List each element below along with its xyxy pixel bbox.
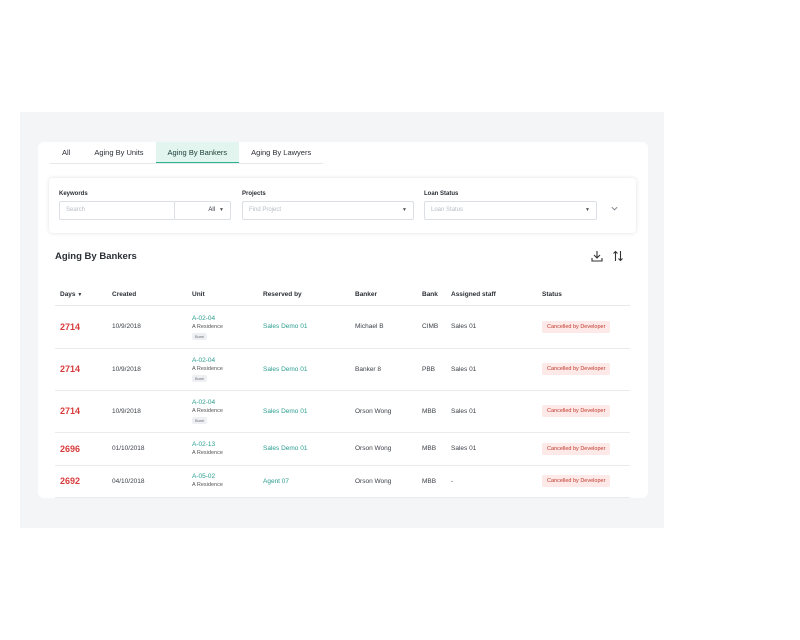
tab-aging-by-units[interactable]: Aging By Units	[82, 142, 155, 163]
tab-all[interactable]: All	[50, 142, 82, 163]
status-cell: Cancelled by Developer	[542, 390, 630, 433]
col-bank: Bank	[422, 285, 451, 306]
search-input[interactable]: Search	[59, 201, 175, 220]
assigned-staff: Sales 01	[451, 305, 542, 349]
unit-link[interactable]: A-05-02	[192, 472, 263, 481]
days-value: 2714	[55, 305, 112, 349]
table-header-row: Days ▼ Created Unit Reserved by Banker B…	[55, 285, 630, 306]
bank-name: CIMB	[422, 305, 451, 349]
sort-desc-icon: ▼	[77, 292, 83, 299]
unit-link[interactable]: A-02-04	[192, 398, 263, 407]
created-date: 04/10/2018	[112, 465, 192, 498]
unit-link[interactable]: A-02-04	[192, 314, 263, 323]
col-created: Created	[112, 285, 192, 306]
table-row[interactable]: 2714 10/9/2018 A-02-04 A Residence Bumi …	[55, 348, 630, 391]
chevron-down-icon[interactable]	[610, 204, 619, 215]
reserved-by-link[interactable]: Sales Demo 01	[263, 305, 355, 349]
col-status: Status	[542, 285, 630, 306]
filter-panel: Keywords Search All ▼ Projects Find Proj…	[49, 178, 636, 233]
unit-cell: A-05-02 A Residence	[192, 465, 263, 498]
main-panel: All Aging By Units Aging By Bankers Agin…	[20, 112, 664, 528]
projects-label: Projects	[242, 191, 266, 197]
bank-name: MBB	[422, 390, 451, 433]
unit-project: A Residence	[192, 482, 223, 488]
status-badge: Cancelled by Developer	[542, 442, 611, 455]
tab-aging-by-bankers[interactable]: Aging By Bankers	[155, 142, 240, 163]
days-value: 2714	[55, 390, 112, 433]
reserved-by-link[interactable]: Sales Demo 01	[263, 348, 355, 391]
unit-project: A Residence	[192, 408, 223, 414]
assigned-staff: Sales 01	[451, 348, 542, 391]
keywords-label: Keywords	[59, 191, 88, 197]
status-badge: Cancelled by Developer	[542, 475, 611, 487]
loan-status-select[interactable]: Loan Status ▼	[424, 201, 597, 220]
unit-cell: A-02-04 A Residence Bumi	[192, 390, 263, 433]
unit-tag: Bumi	[192, 417, 208, 424]
search-scope-select[interactable]: All ▼	[174, 201, 231, 220]
project-select[interactable]: Find Project ▼	[242, 201, 414, 220]
caret-down-icon: ▼	[219, 207, 224, 213]
unit-cell: A-02-13 A Residence	[192, 432, 263, 466]
content-card: All Aging By Units Aging By Bankers Agin…	[38, 142, 648, 498]
col-assigned-staff: Assigned staff	[451, 285, 542, 306]
download-icon[interactable]	[590, 249, 604, 263]
search-scope-value: All	[208, 207, 215, 213]
reserved-by-link[interactable]: Sales Demo 01	[263, 432, 355, 466]
status-badge: Cancelled by Developer	[542, 363, 611, 375]
col-unit: Unit	[192, 285, 263, 306]
created-date: 01/10/2018	[112, 432, 192, 466]
unit-tag: Bumi	[192, 375, 208, 382]
aging-table: Days ▼ Created Unit Reserved by Banker B…	[55, 285, 630, 498]
tab-bar: All Aging By Units Aging By Bankers Agin…	[50, 142, 324, 164]
bank-name: PBB	[422, 348, 451, 391]
unit-link[interactable]: A-02-04	[192, 356, 263, 365]
caret-down-icon: ▼	[585, 207, 590, 213]
assigned-staff: Sales 01	[451, 432, 542, 466]
unit-project: A Residence	[192, 366, 223, 372]
days-value: 2692	[55, 465, 112, 498]
days-value: 2714	[55, 348, 112, 391]
banker-name: Orson Wong	[355, 465, 422, 498]
bank-name: MBB	[422, 432, 451, 466]
project-select-placeholder: Find Project	[249, 207, 282, 213]
status-cell: Cancelled by Developer	[542, 465, 630, 498]
tab-aging-by-lawyers[interactable]: Aging By Lawyers	[239, 142, 323, 163]
unit-tag: Bumi	[192, 332, 208, 340]
unit-cell: A-02-04 A Residence Bumi	[192, 348, 263, 391]
unit-cell: A-02-04 A Residence Bumi	[192, 305, 263, 349]
status-cell: Cancelled by Developer	[542, 348, 630, 391]
created-date: 10/9/2018	[112, 390, 192, 433]
unit-link[interactable]: A-02-13	[192, 440, 263, 449]
days-value: 2696	[55, 432, 112, 466]
banker-name: Orson Wong	[355, 432, 422, 466]
table-row[interactable]: 2692 04/10/2018 A-05-02 A Residence Agen…	[55, 465, 630, 498]
status-badge: Cancelled by Developer	[542, 405, 611, 417]
col-days[interactable]: Days ▼	[55, 285, 112, 306]
bank-name: MBB	[422, 465, 451, 498]
status-badge: Cancelled by Developer	[542, 320, 611, 333]
assigned-staff: -	[451, 465, 542, 498]
section-title: Aging By Bankers	[55, 251, 137, 262]
table-row[interactable]: 2714 10/9/2018 A-02-04 A Residence Bumi …	[55, 305, 630, 349]
unit-project: A Residence	[192, 449, 223, 456]
banker-name: Orson Wong	[355, 390, 422, 433]
sort-icon[interactable]	[611, 249, 625, 263]
table-row[interactable]: 2714 10/9/2018 A-02-04 A Residence Bumi …	[55, 390, 630, 433]
loan-status-placeholder: Loan Status	[431, 207, 464, 213]
created-date: 10/9/2018	[112, 348, 192, 391]
loan-status-label: Loan Status	[424, 191, 459, 197]
reserved-by-link[interactable]: Sales Demo 01	[263, 390, 355, 433]
created-date: 10/9/2018	[112, 305, 192, 349]
table-row[interactable]: 2696 01/10/2018 A-02-13 A Residence Sale…	[55, 432, 630, 466]
assigned-staff: Sales 01	[451, 390, 542, 433]
caret-down-icon: ▼	[402, 207, 407, 213]
col-banker: Banker	[355, 285, 422, 306]
banker-name: Banker 8	[355, 348, 422, 391]
reserved-by-link[interactable]: Agent 07	[263, 465, 355, 498]
status-cell: Cancelled by Developer	[542, 305, 630, 349]
status-cell: Cancelled by Developer	[542, 432, 630, 466]
col-reserved-by: Reserved by	[263, 285, 355, 306]
banker-name: Michael B	[355, 305, 422, 349]
unit-project: A Residence	[192, 323, 223, 330]
